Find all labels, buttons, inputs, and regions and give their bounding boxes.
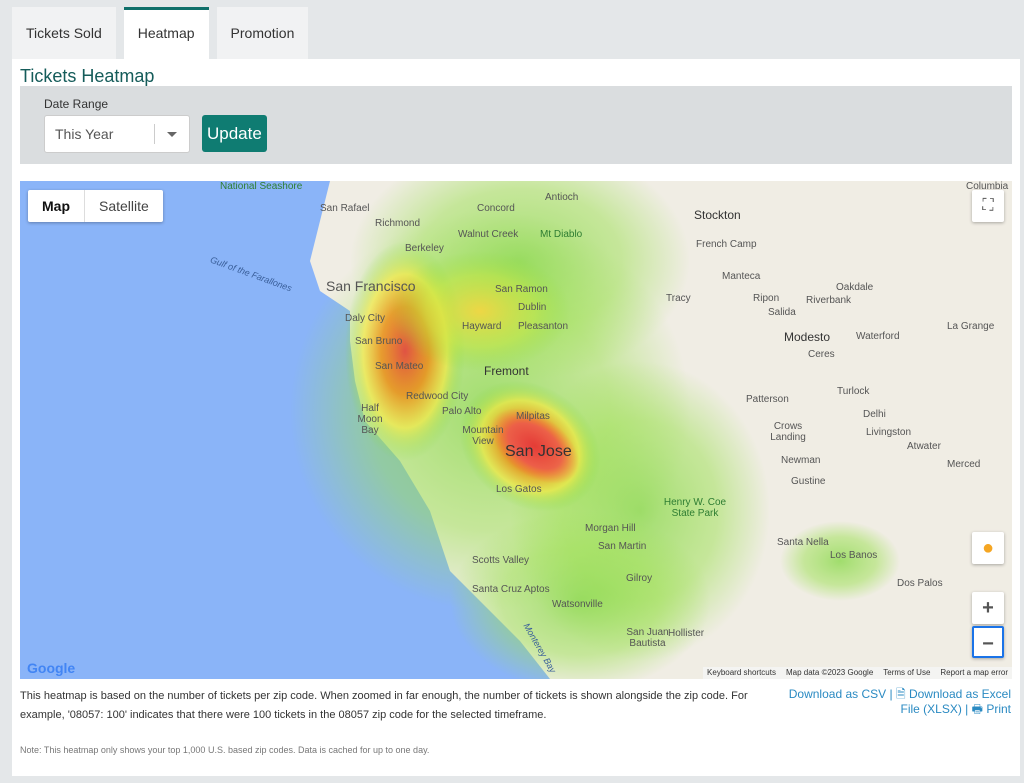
map-label: Dublin	[518, 302, 547, 313]
map-type-control: Map Satellite	[28, 190, 163, 222]
tab-heatmap[interactable]: Heatmap	[123, 7, 209, 59]
print-icon: 🖶	[971, 702, 983, 716]
google-logo: Google	[27, 660, 76, 676]
map-label: Palo Alto	[442, 406, 482, 417]
tab-bar: Tickets Sold Heatmap Promotion	[12, 7, 309, 59]
map-label: Stockton	[694, 208, 741, 222]
map-label: Los Banos	[830, 550, 878, 561]
separator: |	[886, 687, 896, 701]
map-label: Gustine	[791, 476, 826, 487]
update-button[interactable]: Update	[202, 115, 267, 152]
map-label: Merced	[947, 459, 981, 470]
map-label: Oakdale	[836, 282, 874, 293]
map-label: Manteca	[722, 271, 761, 282]
map-label: Fremont	[484, 364, 529, 378]
fullscreen-icon[interactable]: ⛶	[972, 190, 1004, 222]
date-range-label: Date Range	[44, 97, 109, 111]
excel-file-icon: 🗎	[895, 687, 906, 701]
zoom-out-button[interactable]: −	[972, 626, 1004, 658]
map-label: Los Gatos	[496, 484, 542, 495]
terms-link[interactable]: Terms of Use	[883, 667, 930, 679]
report-error-link[interactable]: Report a map error	[940, 667, 1008, 679]
heatmap-description: This heatmap is based on the number of t…	[20, 690, 748, 721]
map-type-map-button[interactable]: Map	[28, 190, 85, 222]
chevron-down-icon	[167, 132, 177, 137]
print-link[interactable]: Print	[986, 702, 1011, 716]
map-label: Hollister	[668, 628, 705, 639]
map-label: Livingston	[866, 427, 912, 438]
select-divider	[154, 124, 155, 144]
map-label: Scotts Valley	[472, 555, 530, 566]
download-csv-link[interactable]: Download as CSV	[789, 687, 886, 701]
map-label: Berkeley	[405, 243, 444, 254]
map-label: Mountain View	[462, 425, 504, 447]
page-title: Tickets Heatmap	[20, 66, 155, 86]
map-label: Henry W. Coe State Park	[663, 497, 727, 519]
map-label: Richmond	[375, 218, 421, 229]
map-label: Modesto	[784, 330, 831, 344]
map-label: Waterford	[856, 331, 900, 342]
heatmap-map[interactable]: San Francisco San Jose Fremont Stockton …	[20, 181, 1012, 679]
map-label: Pleasanton	[518, 321, 569, 332]
map-label: Santa Nella	[777, 537, 829, 548]
date-range-value: This Year	[55, 126, 114, 142]
map-label: Crows Landing	[770, 421, 806, 443]
map-type-satellite-button[interactable]: Satellite	[85, 190, 163, 222]
map-label: San Rafael	[320, 203, 370, 214]
map-label: Half Moon Bay	[357, 403, 383, 436]
map-label: Riverbank	[806, 295, 852, 306]
map-label: La Grange	[947, 321, 995, 332]
map-canvas	[20, 181, 900, 679]
map-label: San Bruno	[355, 336, 403, 347]
map-label: Aptos	[524, 584, 550, 595]
map-label: Antioch	[545, 192, 579, 203]
map-label: Ripon	[753, 293, 780, 304]
map-label: San Francisco	[326, 278, 416, 294]
map-label: Daly City	[345, 313, 386, 324]
filter-bar: Date Range This Year Update	[20, 86, 1012, 164]
pegman-icon[interactable]: ●	[972, 532, 1004, 564]
map-attribution: Keyboard shortcuts Map data ©2023 Google…	[703, 667, 1012, 679]
tab-tickets-sold[interactable]: Tickets Sold	[12, 7, 116, 59]
map-label: Milpitas	[516, 411, 550, 422]
map-label: Dos Palos	[897, 578, 943, 589]
map-label: Mt Diablo	[540, 229, 583, 240]
keyboard-shortcuts-link[interactable]: Keyboard shortcuts	[707, 667, 776, 679]
map-data-text: Map data ©2023 Google	[785, 668, 874, 677]
map-label: San Juan Bautista	[626, 627, 669, 649]
map-label: Hayward	[462, 321, 502, 332]
map-label: Morgan Hill	[585, 523, 636, 534]
heatmap-panel: Tickets Heatmap Date Range This Year Upd…	[12, 59, 1020, 776]
map-label: National Seashore	[220, 181, 303, 192]
download-links: Download as CSV | 🗎 Download as Excel Fi…	[781, 687, 1011, 717]
map-label: San Ramon	[495, 284, 548, 295]
separator: |	[961, 702, 972, 716]
map-label: Newman	[781, 455, 821, 466]
heat-blob-losbanos	[780, 521, 900, 601]
map-label: Ceres	[808, 349, 835, 360]
map-label: Santa Cruz	[472, 584, 523, 595]
map-label: Watsonville	[552, 599, 603, 610]
map-label: Tracy	[666, 293, 691, 304]
zoom-in-button[interactable]: +	[972, 592, 1004, 624]
cache-note: Note: This heatmap only shows your top 1…	[20, 745, 430, 755]
map-label: Turlock	[837, 386, 870, 397]
map-label: Patterson	[746, 394, 789, 405]
map-label: San Mateo	[375, 361, 424, 372]
map-label: Concord	[477, 203, 515, 214]
map-label: Walnut Creek	[458, 229, 519, 240]
map-label: Gilroy	[626, 573, 653, 584]
tab-promotion[interactable]: Promotion	[216, 7, 309, 59]
map-label: San Martin	[598, 541, 647, 552]
map-label: Delhi	[863, 409, 886, 420]
map-label: Redwood City	[406, 391, 469, 402]
map-label: San Jose	[505, 443, 572, 460]
map-label: Atwater	[907, 441, 941, 452]
date-range-select[interactable]: This Year	[44, 115, 190, 153]
map-label: French Camp	[696, 239, 757, 250]
map-label: Salida	[768, 307, 796, 318]
